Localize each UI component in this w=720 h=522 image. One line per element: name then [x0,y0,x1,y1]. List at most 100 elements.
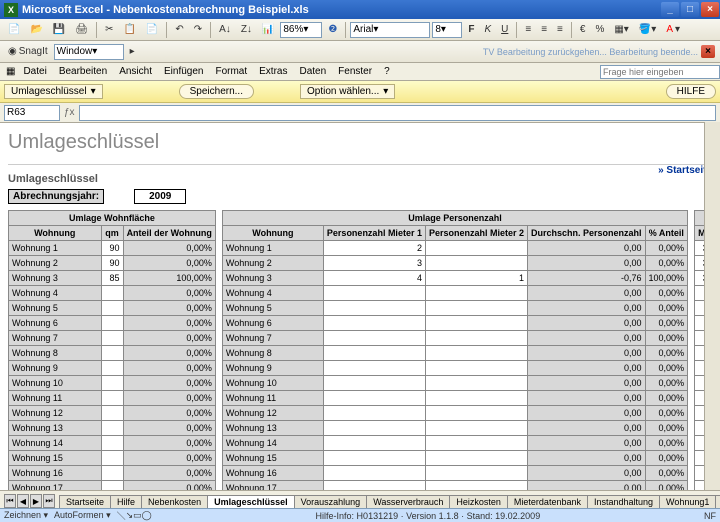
line-icon[interactable]: ＼ [117,509,126,522]
fontsize-combo[interactable]: 8 ▾ [432,22,462,38]
tab-first-icon[interactable]: ⏮ [4,494,16,508]
col-pct: % Anteil [645,226,688,241]
minimize-button[interactable]: _ [661,2,679,17]
help-button[interactable]: HILFE [666,84,716,99]
snagit-toolbar: ◉ SnagIt Window ▾ ▸ TV Bearbeitung zurüc… [0,41,720,63]
redo-icon[interactable]: ↷ [190,22,206,37]
table-row[interactable]: Wohnung 140,00%Wohnung 140,000,00%00,00% [9,436,720,451]
sort-asc-icon[interactable]: A↓ [215,22,235,37]
arrow-icon[interactable]: ↘ [126,510,134,521]
table-row[interactable]: Wohnung 50,00%Wohnung 50,000,00%00,00% [9,301,720,316]
align-center-icon[interactable]: ≡ [537,22,551,37]
tab-prev-icon[interactable]: ◀ [17,494,29,508]
rect-icon[interactable]: ▭ [133,510,142,521]
table-row[interactable]: Wohnung 90,00%Wohnung 90,000,00%00,00% [9,361,720,376]
table-row[interactable]: Wohnung 160,00%Wohnung 160,000,00%00,00% [9,466,720,481]
option-combo[interactable]: Option wählen... ▾ [300,84,395,99]
font-combo[interactable]: Arial ▾ [350,22,430,38]
overlay-text: TV Bearbeitung zurückgehen... Bearbeitun… [483,47,698,57]
col-anteil: Anteil der Wohnung [123,226,215,241]
table-row[interactable]: Wohnung 1900,00%Wohnung 120,000,00%31.12… [9,241,720,256]
col-qm: qm [101,226,123,241]
fill-color-icon[interactable]: 🪣▾ [635,22,660,37]
table-row[interactable]: Wohnung 150,00%Wohnung 150,000,00%00,00% [9,451,720,466]
table-row[interactable]: Wohnung 60,00%Wohnung 60,000,00%00,00% [9,316,720,331]
sheet-tab[interactable]: Wohn... [715,495,720,508]
italic-icon[interactable]: K [480,22,495,37]
underline-icon[interactable]: U [497,22,512,37]
sheet-tab[interactable]: Nebenkosten [141,495,208,508]
fx-icon[interactable]: ƒx [64,107,75,118]
save-icon[interactable]: 💾 [49,22,69,37]
font-color-icon[interactable]: A▾ [662,22,684,37]
tab-last-icon[interactable]: ⏭ [43,494,55,508]
table-row[interactable]: Wohnung 2900,00%Wohnung 230,000,00%31.12… [9,256,720,271]
align-right-icon[interactable]: ≡ [553,22,567,37]
sheet-tab[interactable]: Vorauszahlung [294,495,368,508]
bold-icon[interactable]: F [464,22,478,37]
sheet-tabs: ⏮ ◀ ▶ ⏭ StartseiteHilfeNebenkostenUmlage… [0,490,720,508]
table-row[interactable]: Wohnung 385100,00%Wohnung 341-0,76100,00… [9,271,720,286]
snagit-button[interactable]: ◉ SnagIt [4,44,52,59]
sheet-tab[interactable]: Umlageschlüssel [207,495,295,508]
zoom-combo[interactable]: 86% ▾ [280,22,322,38]
open-icon[interactable]: 📂 [26,22,46,37]
name-box[interactable] [4,105,60,121]
maximize-button[interactable]: □ [681,2,699,17]
sheet-tab[interactable]: Mieterdatenbank [507,495,588,508]
sheet-tab[interactable]: Wohnung1 [659,495,716,508]
paste-icon[interactable]: 📄 [142,22,162,37]
doc-close-button[interactable]: × [701,45,715,58]
save-button[interactable]: Speichern... [179,84,254,99]
close-button[interactable]: × [701,2,719,17]
print-icon[interactable]: 🖨 [71,22,92,37]
table-row[interactable]: Wohnung 70,00%Wohnung 70,000,00%00,00% [9,331,720,346]
table-row[interactable]: Wohnung 100,00%Wohnung 100,000,00%00,00% [9,376,720,391]
table-row[interactable]: Wohnung 120,00%Wohnung 120,000,00%00,00% [9,406,720,421]
chart-icon[interactable]: 📊 [258,22,278,37]
copy-icon[interactable]: 📋 [119,22,139,37]
oval-icon[interactable]: ◯ [142,510,152,521]
cut-icon[interactable]: ✂ [101,22,117,37]
formula-input[interactable] [79,105,716,121]
menu-daten[interactable]: Daten [293,64,332,79]
excel-doc-icon[interactable]: ▦ [4,66,17,77]
menu-fenster[interactable]: Fenster [332,64,378,79]
menu-einfuegen[interactable]: Einfügen [158,64,209,79]
sheet-tab[interactable]: Wasserverbrauch [366,495,450,508]
borders-icon[interactable]: ▦▾ [610,22,632,37]
menu-ansicht[interactable]: Ansicht [113,64,158,79]
sheet-tab[interactable]: Startseite [59,495,111,508]
menu-bearbeiten[interactable]: Bearbeiten [53,64,113,79]
col-dpz: Durchschn. Personenzahl [528,226,646,241]
undo-icon[interactable]: ↶ [171,22,187,37]
worksheet[interactable]: Umlageschlüssel » Startseite Umlageschlü… [0,123,720,513]
table-row[interactable]: Wohnung 110,00%Wohnung 110,000,00%00,00% [9,391,720,406]
table-row[interactable]: Wohnung 40,00%Wohnung 40,000,00%00,00% [9,286,720,301]
draw-menu[interactable]: Zeichnen ▾ [4,510,48,521]
menu-datei[interactable]: Datei [17,64,52,79]
currency-icon[interactable]: € [576,22,590,37]
sort-desc-icon[interactable]: Z↓ [237,22,256,37]
autoform-menu[interactable]: AutoFormen ▾ [54,510,111,521]
menu-help[interactable]: ? [378,64,396,79]
snagit-go-icon[interactable]: ▸ [126,44,139,59]
window-title: Microsoft Excel - Nebenkostenabrechnung … [22,4,309,16]
menu-extras[interactable]: Extras [253,64,293,79]
new-icon[interactable]: 📄 [4,22,24,37]
snagit-combo[interactable]: Window ▾ [54,44,124,60]
sheet-tab[interactable]: Instandhaltung [587,495,660,508]
vertical-scrollbar[interactable] [704,122,720,490]
sheet-tab[interactable]: Heizkosten [449,495,508,508]
help-icon[interactable]: ❷ [324,22,341,37]
page-subtitle: Umlageschlüssel [8,173,712,185]
ask-question-input[interactable] [600,65,720,79]
tab-next-icon[interactable]: ▶ [30,494,42,508]
percent-icon[interactable]: % [591,22,608,37]
table-row[interactable]: Wohnung 130,00%Wohnung 130,000,00%00,00% [9,421,720,436]
table-row[interactable]: Wohnung 80,00%Wohnung 80,000,00%00,00% [9,346,720,361]
sheet-combo[interactable]: Umlageschlüssel ▾ [4,84,103,99]
sheet-tab[interactable]: Hilfe [110,495,142,508]
align-left-icon[interactable]: ≡ [521,22,535,37]
menu-format[interactable]: Format [209,64,253,79]
